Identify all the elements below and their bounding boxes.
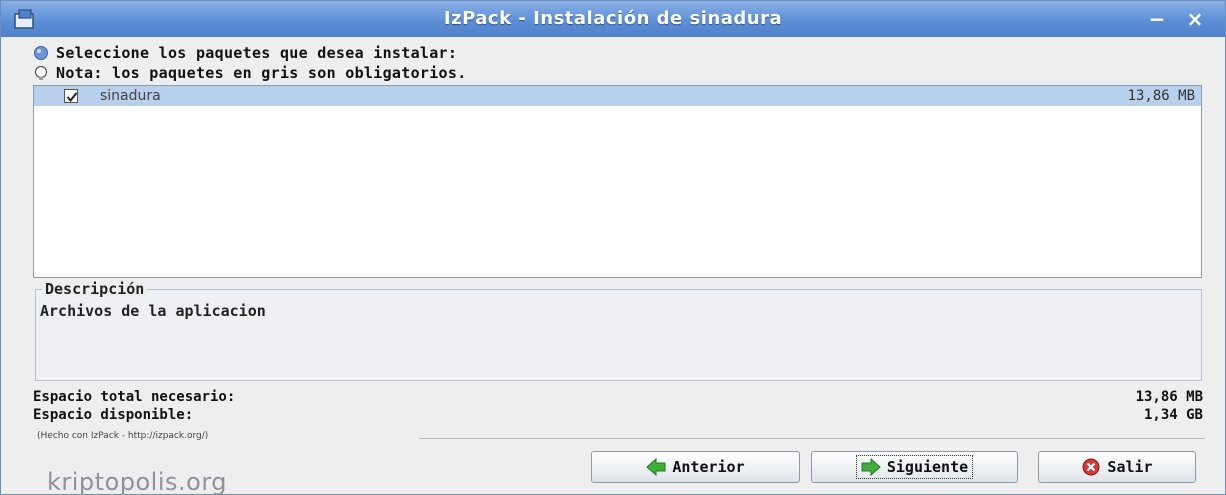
arrow-right-icon bbox=[861, 458, 881, 476]
package-size: 13,86 MB bbox=[1127, 88, 1195, 104]
required-space-row: Espacio total necesario: 13,86 MB bbox=[33, 389, 1203, 407]
close-button[interactable]: × bbox=[1181, 5, 1209, 33]
select-instruction: Seleccione los paquetes que desea instal… bbox=[33, 43, 457, 63]
required-space-value: 13,86 MB bbox=[1135, 389, 1203, 405]
available-space-row: Espacio disponible: 1,34 GB bbox=[33, 407, 1203, 425]
select-instruction-text: Seleccione los paquetes que desea instal… bbox=[56, 44, 458, 62]
description-box: Descripción Archivos de la aplicacion bbox=[35, 280, 1202, 381]
note-bulb-icon bbox=[34, 65, 48, 80]
package-list[interactable]: sinadura 13,86 MB bbox=[33, 85, 1202, 278]
package-row[interactable]: sinadura 13,86 MB bbox=[34, 86, 1201, 106]
checkbox-checked-icon[interactable] bbox=[64, 89, 78, 103]
required-space-label: Espacio total necesario: bbox=[33, 389, 236, 405]
window-title: IzPack - Instalación de sinadura bbox=[443, 8, 783, 29]
next-button[interactable]: Siguiente bbox=[811, 451, 1018, 483]
description-text: Archivos de la aplicacion bbox=[40, 302, 266, 320]
minimize-button[interactable]: − bbox=[1143, 5, 1171, 33]
description-legend: Descripción bbox=[42, 280, 148, 298]
available-space-value: 1,34 GB bbox=[1143, 407, 1203, 423]
made-with-label: (Hecho con IzPack - http://izpack.org/) bbox=[37, 431, 209, 441]
info-bullet-icon bbox=[34, 46, 48, 60]
title-bar[interactable]: IzPack - Instalación de sinadura − × bbox=[1, 1, 1225, 37]
available-space-label: Espacio disponible: bbox=[33, 407, 194, 423]
watermark: kriptopolis.org bbox=[47, 468, 228, 495]
installer-window: IzPack - Instalación de sinadura − × Sel… bbox=[0, 0, 1226, 495]
quit-button-label: Salir bbox=[1107, 458, 1153, 476]
package-name: sinadura bbox=[100, 88, 161, 104]
note-line: Nota: los paquetes en gris son obligator… bbox=[33, 63, 467, 83]
arrow-left-icon bbox=[646, 458, 666, 476]
previous-button-label: Anterior bbox=[672, 458, 745, 476]
next-button-label: Siguiente bbox=[886, 458, 969, 476]
quit-button[interactable]: Salir bbox=[1038, 451, 1196, 483]
footer-separator bbox=[419, 438, 1205, 439]
quit-icon bbox=[1082, 458, 1100, 476]
note-text: Nota: los paquetes en gris son obligator… bbox=[56, 64, 467, 82]
previous-button[interactable]: Anterior bbox=[591, 451, 800, 483]
next-button-focus: Siguiente bbox=[855, 455, 974, 479]
